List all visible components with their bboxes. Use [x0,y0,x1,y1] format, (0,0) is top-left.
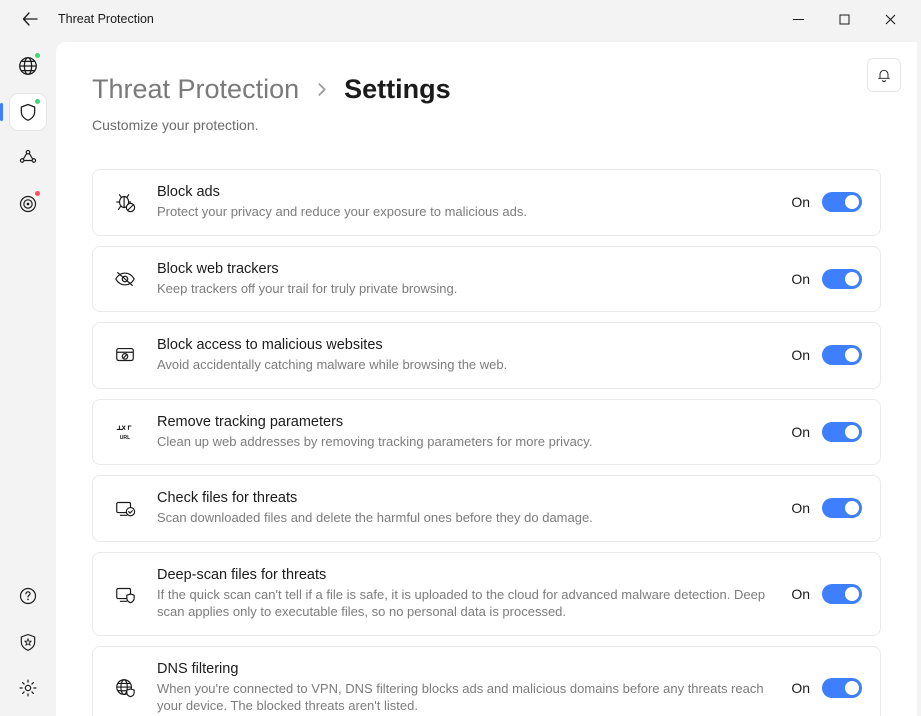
sidebar-item-threat-protection[interactable] [10,94,46,130]
toggle-state-label: On [791,194,810,210]
setting-desc: Clean up web addresses by removing track… [157,433,773,451]
setting-title: Block access to malicious websites [157,337,773,353]
file-check-icon [111,497,139,519]
close-button[interactable] [867,3,913,35]
setting-desc: Scan downloaded files and delete the har… [157,509,773,527]
shield-star-icon [18,632,38,652]
toggle-state-label: On [791,271,810,287]
setting-desc: If the quick scan can't tell if a file i… [157,586,773,621]
setting-title: Remove tracking parameters [157,414,773,430]
sidebar-item-connection[interactable] [10,48,46,84]
radar-icon [18,194,38,214]
setting-desc: Avoid accidentally catching malware whil… [157,356,773,374]
sidebar-item-rate[interactable] [10,624,46,660]
setting-card-deep-scan: Deep-scan files for threats If the quick… [92,552,881,636]
sidebar-item-help[interactable] [10,578,46,614]
content-area: Threat Protection Settings Customize you… [56,42,917,716]
help-icon [18,586,38,606]
browser-block-icon [111,344,139,366]
maximize-button[interactable] [821,3,867,35]
toggle-deep-scan[interactable] [822,584,862,604]
toggle-state-label: On [791,424,810,440]
status-dot-icon [34,98,41,105]
toggle-state-label: On [791,500,810,516]
toggle-state-label: On [791,586,810,602]
setting-card-block-ads: Block ads Protect your privacy and reduc… [92,169,881,236]
file-shield-icon [111,583,139,605]
minimize-button[interactable] [775,3,821,35]
setting-title: Block ads [157,184,773,200]
titlebar: Threat Protection [0,0,921,38]
window-title: Threat Protection [58,12,154,26]
back-button[interactable] [16,11,44,27]
eye-slash-icon [111,268,139,290]
setting-title: Block web trackers [157,261,773,277]
setting-title: DNS filtering [157,661,773,677]
mesh-icon [18,148,38,168]
settings-list: Block ads Protect your privacy and reduc… [92,169,881,716]
toggle-state-label: On [791,680,810,696]
setting-desc: Keep trackers off your trail for truly p… [157,280,773,298]
globe-shield-icon [111,677,139,699]
setting-title: Check files for threats [157,490,773,506]
url-icon: URL [111,422,139,442]
setting-card-dns-filtering: DNS filtering When you're connected to V… [92,646,881,716]
status-dot-icon [34,52,41,59]
svg-text:URL: URL [120,435,131,441]
shield-icon [18,102,38,122]
toggle-dns-filtering[interactable] [822,678,862,698]
toggle-block-ads[interactable] [822,192,862,212]
toggle-check-files[interactable] [822,498,862,518]
alert-dot-icon [34,190,41,197]
gear-icon [18,678,38,698]
setting-card-check-files: Check files for threats Scan downloaded … [92,475,881,542]
sidebar-item-settings[interactable] [10,670,46,706]
toggle-block-malicious[interactable] [822,345,862,365]
breadcrumb: Threat Protection Settings [92,74,881,105]
setting-title: Deep-scan files for threats [157,567,773,583]
bell-icon [876,67,892,83]
sidebar-item-darkweb[interactable] [10,186,46,222]
setting-desc: Protect your privacy and reduce your exp… [157,203,773,221]
breadcrumb-parent[interactable]: Threat Protection [92,74,299,105]
breadcrumb-current: Settings [344,74,451,105]
notifications-button[interactable] [867,58,901,92]
toggle-remove-tracking[interactable] [822,422,862,442]
setting-card-block-trackers: Block web trackers Keep trackers off you… [92,246,881,313]
toggle-state-label: On [791,347,810,363]
sidebar [0,38,56,716]
bug-block-icon [111,191,139,213]
toggle-block-trackers[interactable] [822,269,862,289]
setting-desc: When you're connected to VPN, DNS filter… [157,680,773,715]
chevron-right-icon [315,83,328,96]
setting-card-remove-tracking: URL Remove tracking parameters Clean up … [92,399,881,466]
setting-card-block-malicious: Block access to malicious websites Avoid… [92,322,881,389]
sidebar-item-meshnet[interactable] [10,140,46,176]
page-subtitle: Customize your protection. [92,117,881,133]
